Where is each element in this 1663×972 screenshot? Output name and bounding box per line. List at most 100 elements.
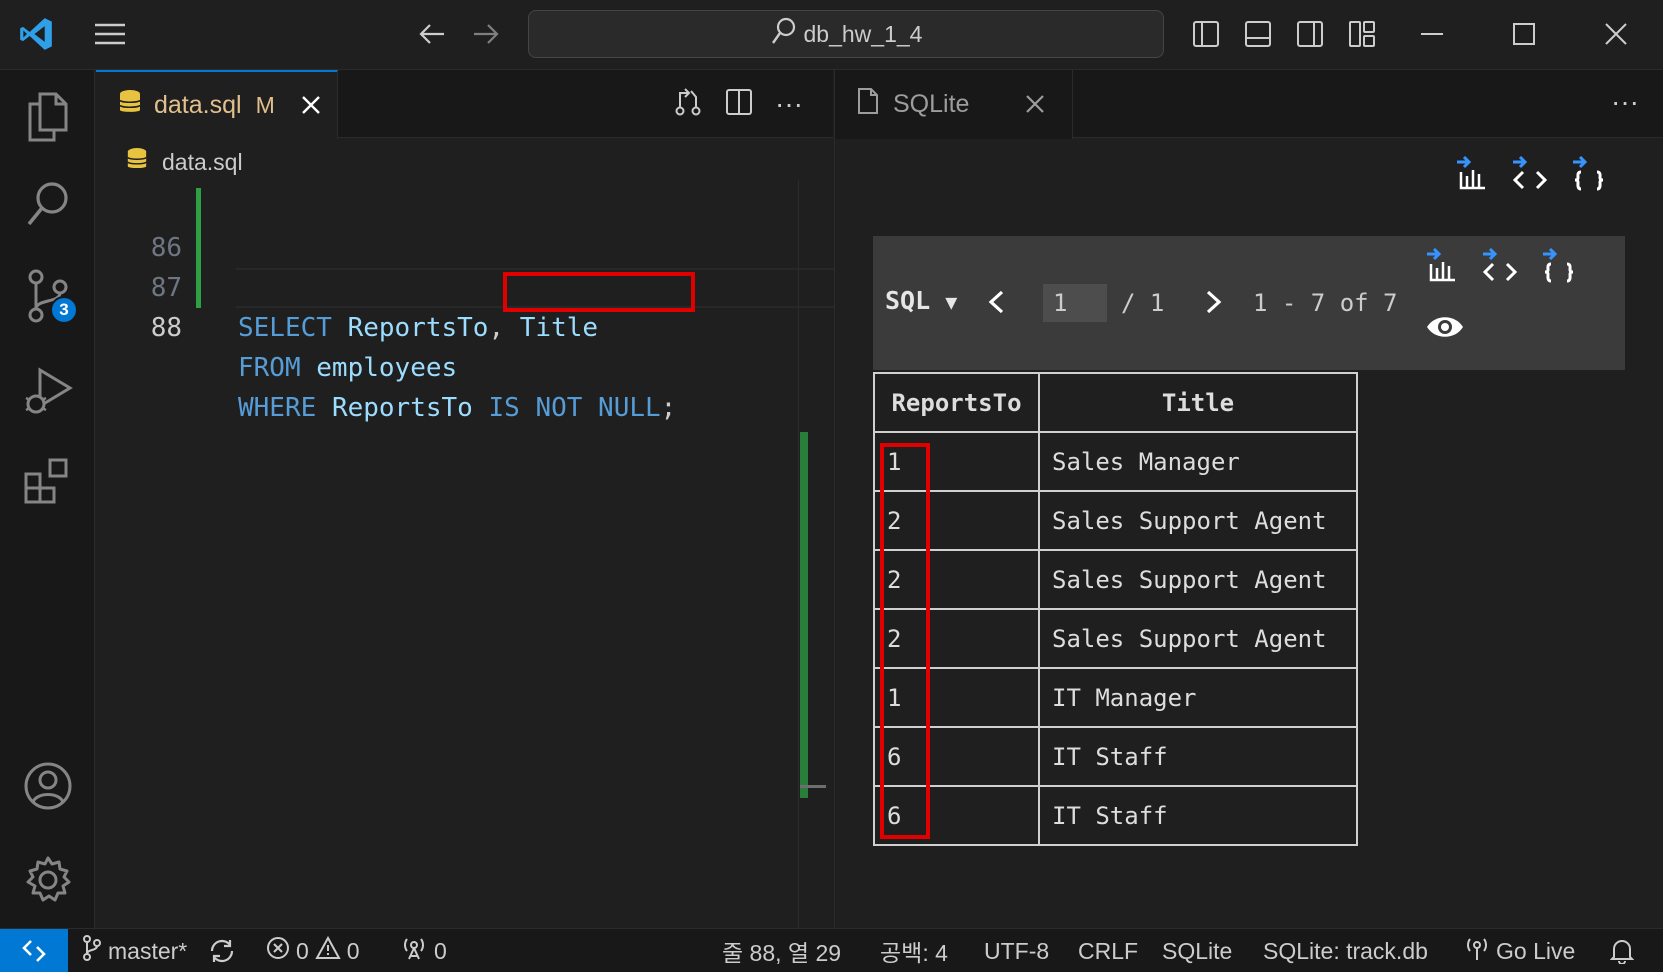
cursor-position[interactable]: 줄 88, 열 29 bbox=[722, 929, 841, 972]
close-window-icon[interactable] bbox=[1594, 16, 1638, 52]
go-live-button[interactable]: Go Live bbox=[1464, 929, 1575, 972]
punctuation: ; bbox=[660, 393, 677, 423]
sql-label: SQL bbox=[885, 286, 931, 315]
split-editor-icon[interactable] bbox=[725, 88, 753, 121]
menu-icon[interactable] bbox=[88, 16, 132, 52]
toggle-panel-icon[interactable] bbox=[1238, 16, 1278, 52]
eye-icon[interactable] bbox=[1425, 312, 1465, 347]
git-added-marker bbox=[196, 188, 201, 228]
editor-group-right: SQLite ··· SQL ▼ 1 / 1 1 - 7 of 7 Report… bbox=[834, 70, 1663, 928]
source-control-icon[interactable]: 3 bbox=[0, 256, 95, 336]
identifier: employees bbox=[316, 353, 458, 383]
forward-arrow-icon[interactable] bbox=[466, 16, 506, 52]
branch-name: master* bbox=[108, 937, 188, 964]
editor-tab-bar: data.sql M ··· bbox=[96, 70, 833, 139]
table-row: 1 IT Manager bbox=[873, 667, 1358, 728]
breadcrumb[interactable]: data.sql bbox=[126, 144, 243, 180]
more-actions-icon[interactable]: ··· bbox=[1611, 86, 1639, 118]
explorer-icon[interactable] bbox=[0, 76, 95, 156]
scrollbar-change-marker bbox=[800, 432, 808, 798]
table-header-row: ReportsTo Title bbox=[873, 372, 1358, 433]
export-csv-icon[interactable] bbox=[1425, 247, 1459, 289]
language-mode[interactable]: SQLite bbox=[1162, 929, 1232, 972]
table-cell: IT Staff bbox=[1038, 785, 1358, 846]
code-line: 88 WHERE ReportsTo IS NOT NULL; bbox=[96, 268, 804, 423]
git-added-marker bbox=[196, 228, 201, 268]
row-range: 1 - 7 of 7 bbox=[1253, 289, 1398, 317]
table-cell: Sales Support Agent bbox=[1038, 490, 1358, 551]
vscode-logo-icon bbox=[14, 12, 58, 56]
previous-page-icon[interactable] bbox=[985, 284, 1007, 325]
modified-indicator: M bbox=[255, 92, 275, 118]
scm-badge: 3 bbox=[50, 296, 78, 324]
search-view-icon[interactable] bbox=[0, 166, 95, 246]
table-row: 6 IT Staff bbox=[873, 785, 1358, 846]
toggle-secondary-sidebar-icon[interactable] bbox=[1290, 16, 1330, 52]
eol-status[interactable]: CRLF bbox=[1078, 929, 1138, 972]
export-json-icon[interactable] bbox=[1571, 155, 1607, 197]
database-file-icon bbox=[118, 89, 142, 122]
ports-status[interactable]: 0 bbox=[400, 929, 447, 972]
page-number-input[interactable]: 1 bbox=[1043, 284, 1107, 322]
sync-icon[interactable] bbox=[208, 929, 236, 972]
encoding-status[interactable]: UTF-8 bbox=[984, 929, 1049, 972]
run-debug-icon[interactable] bbox=[0, 350, 95, 430]
minimize-icon[interactable] bbox=[1410, 16, 1454, 52]
editor-group-left: data.sql M ··· data.sql 86 SELECT Report bbox=[96, 70, 836, 928]
maximize-icon[interactable] bbox=[1502, 16, 1546, 52]
go-live-label: Go Live bbox=[1496, 937, 1576, 964]
more-actions-icon[interactable]: ··· bbox=[775, 90, 803, 118]
git-added-marker bbox=[196, 268, 201, 308]
export-html-icon[interactable] bbox=[1481, 247, 1519, 289]
code-line: 87 FROM employees bbox=[96, 228, 804, 383]
search-text: db_hw_1_4 bbox=[803, 20, 923, 47]
sqlite-database[interactable]: SQLite: track.db bbox=[1263, 929, 1428, 972]
minimap-divider bbox=[798, 180, 799, 928]
results-table: ReportsTo Title 1 Sales Manager 2 Sales Su… bbox=[873, 372, 1358, 846]
problems-status[interactable]: 0 0 bbox=[266, 929, 360, 972]
open-changes-icon[interactable] bbox=[673, 87, 703, 122]
git-branch-icon bbox=[82, 935, 102, 967]
table-row: 2 Sales Support Agent bbox=[873, 549, 1358, 610]
editor-actions: ··· bbox=[673, 70, 833, 138]
activity-bar: 3 bbox=[0, 70, 95, 928]
export-json-icon[interactable] bbox=[1541, 247, 1577, 289]
extensions-icon[interactable] bbox=[0, 442, 95, 522]
search-icon bbox=[770, 17, 796, 51]
close-tab-icon[interactable] bbox=[1025, 88, 1045, 122]
customize-layout-icon[interactable] bbox=[1342, 16, 1382, 52]
indentation-status[interactable]: 공백: 4 bbox=[880, 929, 948, 972]
column-header: Title bbox=[1038, 372, 1358, 433]
tab-sqlite[interactable]: SQLite bbox=[835, 70, 1073, 139]
settings-gear-icon[interactable] bbox=[0, 840, 95, 920]
code-line: 86 SELECT ReportsTo, Title bbox=[96, 188, 804, 343]
branch-status[interactable]: master* bbox=[82, 929, 187, 972]
accounts-icon[interactable] bbox=[0, 746, 95, 826]
keyword: IS NOT NULL bbox=[488, 393, 661, 423]
remote-indicator-icon[interactable] bbox=[0, 929, 68, 972]
dropdown-arrow-icon: ▼ bbox=[945, 290, 958, 314]
toggle-primary-sidebar-icon[interactable] bbox=[1186, 16, 1226, 52]
export-html-icon[interactable] bbox=[1511, 155, 1549, 197]
export-csv-icon[interactable] bbox=[1455, 155, 1489, 197]
export-actions bbox=[1455, 155, 1607, 197]
table-cell: Sales Manager bbox=[1038, 431, 1358, 492]
tab-data-sql[interactable]: data.sql M bbox=[96, 70, 338, 139]
column-header: ReportsTo bbox=[873, 372, 1040, 433]
next-page-icon[interactable] bbox=[1203, 284, 1225, 325]
code-editor[interactable]: 86 SELECT ReportsTo, Title 87 FROM emplo… bbox=[96, 188, 836, 423]
keyword: WHERE bbox=[238, 393, 317, 423]
table-cell: IT Manager bbox=[1038, 667, 1358, 728]
result-toolbar: SQL ▼ 1 / 1 1 - 7 of 7 bbox=[873, 236, 1625, 370]
notifications-bell-icon[interactable] bbox=[1610, 929, 1634, 972]
sql-dropdown[interactable]: SQL ▼ bbox=[885, 286, 957, 315]
tab-label: data.sql bbox=[154, 91, 242, 119]
close-tab-icon[interactable] bbox=[301, 89, 321, 123]
punctuation: , bbox=[488, 313, 505, 343]
warning-icon bbox=[315, 935, 341, 966]
table-cell: Sales Support Agent bbox=[1038, 549, 1358, 610]
back-arrow-icon[interactable] bbox=[412, 16, 452, 52]
command-center-search[interactable]: db_hw_1_4 bbox=[528, 10, 1164, 58]
page-total: / 1 bbox=[1121, 289, 1165, 317]
keyword: SELECT bbox=[238, 313, 332, 343]
